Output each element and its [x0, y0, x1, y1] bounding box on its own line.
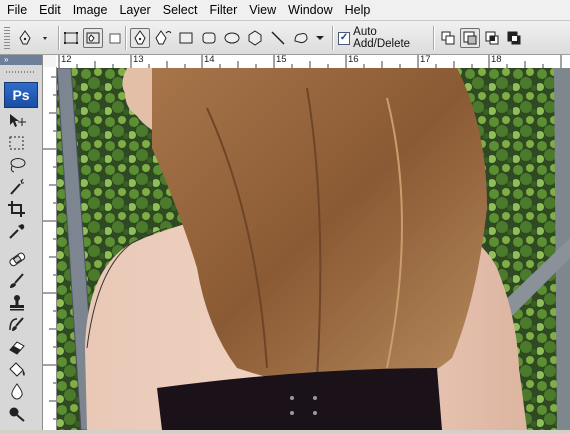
photoshop-logo[interactable]: Ps: [4, 82, 38, 108]
auto-add-delete-label: Auto Add/Delete: [353, 26, 411, 50]
auto-add-delete-checkbox[interactable]: ✓ Auto Add/Delete: [338, 26, 430, 50]
dodge-tool[interactable]: [7, 403, 37, 423]
marquee-tool[interactable]: [7, 133, 37, 153]
magic-wand-tool[interactable]: [7, 177, 37, 197]
pen-icon: [134, 30, 146, 45]
tool-preset-picker[interactable]: [16, 28, 54, 48]
eraser-icon: [9, 341, 25, 355]
move-icon: [10, 114, 26, 127]
menu-window[interactable]: Window: [282, 0, 338, 20]
intersect-shape-areas-button[interactable]: [482, 28, 502, 48]
exclude-overlapping-areas-button[interactable]: [504, 28, 524, 48]
rectangle-tool-button[interactable]: [176, 28, 196, 48]
custom-shape-tool-button[interactable]: [291, 28, 311, 48]
ruler-label: 16: [348, 55, 359, 65]
subtract-shape-area-button[interactable]: [460, 28, 480, 48]
combine-shapes-icon: [441, 31, 455, 45]
fill-pixels-icon: [109, 33, 121, 44]
paint-bucket-tool[interactable]: [7, 359, 37, 379]
rectangular-marquee-icon: [9, 136, 24, 150]
add-to-shape-area-button[interactable]: [438, 28, 458, 48]
exclude-shapes-icon: [507, 31, 521, 45]
ruler-label: 17: [420, 55, 431, 65]
dodge-icon: [9, 407, 25, 422]
ellipse-tool-button[interactable]: [222, 28, 242, 48]
crop-tool[interactable]: [7, 199, 37, 219]
paint-bucket-icon: [9, 362, 25, 377]
shape-layers-icon: [64, 32, 78, 44]
freeform-pen-icon: [155, 30, 172, 45]
water-drop-icon: [11, 383, 23, 400]
horizontal-ruler[interactable]: 12 13 14 15 16 17 18: [56, 55, 570, 69]
pen-tool-preset-icon: [19, 30, 47, 45]
menu-file[interactable]: File: [0, 0, 33, 20]
tools-panel-grip[interactable]: [6, 71, 34, 73]
line-icon: [271, 31, 285, 45]
vertical-ruler-ticks: [43, 76, 56, 420]
menu-bar: File Edit Image Layer Select Filter View…: [0, 0, 570, 21]
eyedropper-icon: [9, 224, 25, 239]
tools-panel-collapse[interactable]: »: [0, 55, 42, 65]
clone-stamp-tool[interactable]: [7, 293, 37, 313]
shape-layers-button[interactable]: [61, 28, 81, 48]
fill-pixels-button[interactable]: [105, 28, 125, 48]
tools-panel: » Ps: [0, 55, 43, 430]
menu-help[interactable]: Help: [339, 0, 377, 20]
lasso-icon: [10, 158, 26, 173]
brush-tool[interactable]: [7, 271, 37, 291]
ruler-label: 15: [276, 55, 287, 65]
rounded-rectangle-icon: [202, 32, 216, 44]
subtract-shapes-icon: [463, 31, 477, 45]
rounded-rectangle-tool-button[interactable]: [199, 28, 219, 48]
crop-icon: [8, 201, 25, 217]
eyedropper-tool[interactable]: [7, 221, 37, 241]
pen-tool-button[interactable]: [130, 28, 150, 48]
custom-shape-icon: [294, 33, 308, 44]
freeform-pen-button[interactable]: [153, 28, 173, 48]
menu-edit[interactable]: Edit: [33, 0, 67, 20]
auto-add-delete-check[interactable]: ✓: [338, 31, 351, 45]
move-tool[interactable]: [7, 111, 37, 131]
document-canvas[interactable]: [57, 68, 570, 430]
ruler-label: 14: [204, 55, 215, 65]
paths-icon: [86, 32, 100, 44]
photo-canvas-image: [57, 68, 570, 430]
history-brush-icon: [9, 317, 24, 331]
brush-icon: [10, 273, 24, 288]
menu-layer[interactable]: Layer: [113, 0, 156, 20]
menu-view[interactable]: View: [243, 0, 282, 20]
healing-brush-tool[interactable]: [7, 249, 37, 269]
polygon-tool-button[interactable]: [245, 28, 265, 48]
menu-select[interactable]: Select: [157, 0, 204, 20]
ellipse-icon: [224, 32, 240, 44]
polygon-icon: [248, 30, 262, 46]
stamp-icon: [10, 295, 24, 311]
paths-button[interactable]: [83, 28, 103, 48]
lasso-tool[interactable]: [7, 155, 37, 175]
menu-image[interactable]: Image: [67, 0, 114, 20]
magic-wand-icon: [10, 178, 24, 195]
ruler-label: 12: [61, 55, 72, 65]
band-aid-icon: [9, 252, 26, 267]
blur-tool[interactable]: [7, 381, 37, 401]
options-bar: ✓ Auto Add/Delete: [0, 21, 570, 55]
ruler-label: 13: [133, 55, 144, 65]
shape-options-dropdown[interactable]: [314, 28, 326, 48]
menu-filter[interactable]: Filter: [203, 0, 243, 20]
history-brush-tool[interactable]: [7, 315, 37, 335]
rectangle-icon: [179, 32, 193, 44]
vertical-ruler[interactable]: [43, 67, 57, 430]
ruler-label: 18: [491, 55, 502, 65]
chevron-down-icon: [316, 36, 324, 40]
options-bar-grip[interactable]: [4, 27, 10, 49]
eraser-tool[interactable]: [7, 337, 37, 357]
line-tool-button[interactable]: [268, 28, 288, 48]
intersect-shapes-icon: [485, 31, 499, 45]
